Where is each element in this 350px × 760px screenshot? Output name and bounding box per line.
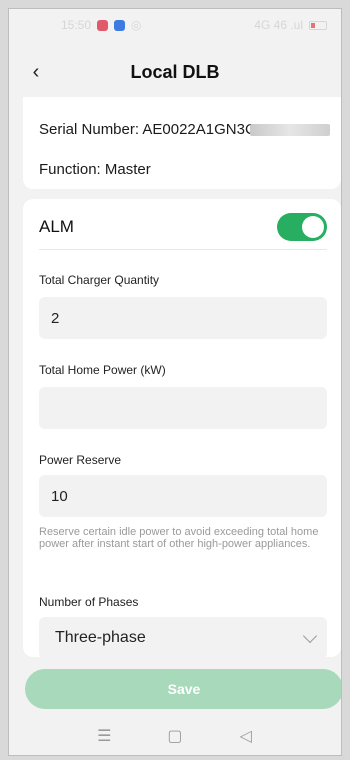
- toggle-knob: [302, 216, 324, 238]
- alm-settings-card: ALM Total Charger Quantity 2 Total Home …: [23, 199, 341, 659]
- phone-screen: 15:50 ◎ 4G 46 .ul ‹ Local DLB Serial Num…: [8, 8, 342, 756]
- power-reserve-input[interactable]: 10: [39, 475, 327, 517]
- notification-icon: ◎: [131, 18, 142, 32]
- phases-select[interactable]: Three-phase: [39, 617, 327, 659]
- charger-quantity-label: Total Charger Quantity: [39, 273, 160, 287]
- status-left: 15:50 ◎: [61, 18, 142, 32]
- notification-app-icon: [97, 19, 109, 31]
- status-bar: 15:50 ◎ 4G 46 .ul: [9, 9, 341, 41]
- device-info-card: Serial Number: AE0022A1GN3C Function: Ma…: [23, 97, 341, 189]
- chevron-left-icon: ‹: [32, 60, 40, 83]
- notification-app-icon: [114, 19, 126, 31]
- system-nav-bar: ☰ ▢ ◁: [9, 717, 341, 755]
- charger-quantity-input[interactable]: 2: [39, 297, 327, 339]
- power-reserve-value: 10: [51, 487, 68, 505]
- divider: [39, 249, 327, 250]
- signal-text: 4G 46 .ul: [254, 18, 303, 32]
- save-label: Save: [167, 681, 201, 697]
- menu-nav-button[interactable]: ☰: [89, 726, 119, 746]
- phases-value: Three-phase: [55, 629, 146, 646]
- status-right: 4G 46 .ul: [254, 18, 327, 32]
- home-power-input[interactable]: [39, 387, 327, 429]
- back-button[interactable]: ‹: [21, 57, 51, 87]
- phases-label: Number of Phases: [39, 595, 139, 609]
- header: ‹ Local DLB: [9, 57, 341, 87]
- function-label: Function: Master: [39, 161, 151, 178]
- power-reserve-hint: Reserve certain idle power to avoid exce…: [39, 526, 319, 550]
- home-nav-button[interactable]: ▢: [160, 726, 190, 746]
- alm-toggle[interactable]: [277, 213, 327, 241]
- serial-number: Serial Number: AE0022A1GN3C: [39, 121, 256, 138]
- power-reserve-label: Power Reserve: [39, 453, 122, 467]
- save-button[interactable]: Save: [25, 669, 341, 709]
- page-title: Local DLB: [130, 61, 220, 82]
- serial-number-row: Serial Number: AE0022A1GN3C: [39, 121, 330, 138]
- redacted-blur: [249, 124, 330, 137]
- status-time: 15:50: [61, 18, 92, 32]
- home-power-label: Total Home Power (kW): [39, 363, 166, 377]
- charger-quantity-value: 2: [51, 309, 60, 327]
- back-nav-button[interactable]: ◁: [231, 726, 261, 746]
- alm-label: ALM: [39, 217, 74, 236]
- battery-icon: [309, 20, 327, 30]
- chevron-down-icon: [302, 628, 318, 644]
